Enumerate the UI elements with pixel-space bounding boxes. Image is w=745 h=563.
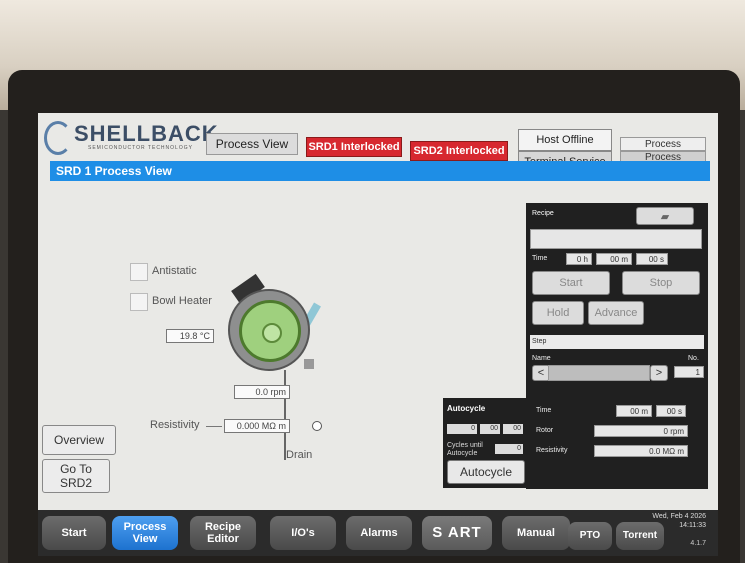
autocycle-title: Autocycle: [447, 404, 486, 413]
logo-text: SHELLBACK: [74, 121, 219, 146]
resistivity-value: 0.000: [236, 421, 260, 431]
bowl-heater-checkbox[interactable]: [130, 293, 148, 311]
autocycle-minutes-field[interactable]: 00: [480, 424, 500, 434]
goto-srd2-button[interactable]: Go To SRD2: [42, 459, 110, 493]
folder-button[interactable]: ▰: [636, 207, 694, 225]
date-text: Wed, Feb 4 2026: [652, 513, 706, 520]
step-name-label: Name: [532, 355, 551, 362]
recipe-seconds-field[interactable]: 00 s: [636, 253, 668, 265]
nav-logo-button[interactable]: S ART: [422, 516, 492, 550]
advance-button[interactable]: Advance: [588, 301, 644, 325]
spin-bowl: [228, 289, 310, 371]
rotor: [239, 300, 301, 362]
drain-valve-indicator: [312, 421, 322, 431]
version-text: 4.1.7: [690, 540, 706, 547]
shellback-logo: SHELLBACK SEMICONDUCTOR TECHNOLOGY: [44, 119, 218, 155]
resistivity-readout: 0.000 MΩ m: [224, 419, 290, 433]
rotor-hub: [262, 323, 282, 343]
nav-start[interactable]: Start: [42, 516, 106, 550]
autocycle-button[interactable]: Autocycle: [447, 460, 525, 484]
step-seconds-field: 00 s: [656, 405, 686, 417]
srd2-interlock-status[interactable]: SRD2 Interlocked: [410, 141, 508, 161]
process-indicator-a: Process: [620, 137, 706, 151]
antistatic-checkbox[interactable]: [130, 263, 148, 281]
temperature-readout: 19.8 °C: [166, 329, 214, 343]
step-resistivity-label: Resistivity: [536, 447, 568, 454]
folder-icon: ▰: [660, 210, 670, 223]
step-name-field: [548, 365, 650, 381]
clock: Wed, Feb 4 2026 14:11:33: [652, 512, 706, 530]
antistatic-label: Antistatic: [152, 265, 197, 277]
rotor-field: 0 rpm: [594, 425, 688, 437]
drain-label: Drain: [286, 449, 313, 461]
hold-button[interactable]: Hold: [532, 301, 584, 325]
logo-mark-icon: [44, 121, 72, 155]
bottom-nav: Start Process View Recipe Editor I/O's A…: [38, 510, 718, 556]
start-button[interactable]: Start: [532, 271, 610, 295]
recipe-time-label: Time: [532, 255, 548, 262]
recipe-name-field[interactable]: [530, 229, 702, 249]
srd1-interlock-status[interactable]: SRD1 Interlocked: [306, 137, 402, 157]
nav-pto[interactable]: PTO: [568, 522, 612, 550]
step-header: Step: [530, 335, 704, 349]
temperature-value: 19.8: [179, 331, 198, 341]
logo-subtext: SEMICONDUCTOR TECHNOLOGY: [88, 145, 193, 151]
nav-manual[interactable]: Manual: [502, 516, 570, 550]
step-minutes-field: 00 m: [616, 405, 652, 417]
resistivity-label: Resistivity: [150, 419, 200, 431]
resistivity-line: [206, 426, 222, 427]
nav-recipe-editor[interactable]: Recipe Editor: [190, 516, 256, 550]
chevron-left-icon: <: [537, 367, 545, 379]
bowl-heater-label: Bowl Heater: [152, 295, 212, 307]
cycles-field[interactable]: 0: [495, 444, 523, 454]
step-next-button[interactable]: >: [650, 365, 668, 381]
drain-pipe: [284, 370, 286, 460]
step-number-field: 1: [674, 366, 704, 378]
rpm-unit: rpm: [270, 387, 287, 397]
step-no-label: No.: [688, 355, 699, 362]
rpm-readout: 0.0 rpm: [234, 385, 290, 399]
temperature-unit: °C: [199, 331, 210, 341]
hmi-screen: SHELLBACK SEMICONDUCTOR TECHNOLOGY Proce…: [38, 113, 718, 556]
nav-ios[interactable]: I/O's: [270, 516, 336, 550]
step-time-label: Time: [536, 407, 552, 414]
drain-fitting: [304, 359, 314, 369]
host-status: Host Offline: [518, 129, 612, 151]
autocycle-hours-field[interactable]: 0: [447, 424, 477, 434]
time-text: 14:11:33: [679, 522, 706, 529]
tab-process-view[interactable]: Process View: [206, 133, 298, 155]
recipe-minutes-field[interactable]: 00 m: [596, 253, 632, 265]
recipe-step-panel: Recipe ▰ Time 0 h 00 m 00 s Start Stop H…: [526, 203, 708, 489]
resistivity-unit: MΩ m: [261, 421, 286, 431]
rpm-value: 0.0: [255, 387, 268, 397]
step-resistivity-field: 0.0 MΩ m: [594, 445, 688, 457]
nav-process-view[interactable]: Process View: [112, 516, 178, 550]
recipe-hours-field[interactable]: 0 h: [566, 253, 592, 265]
stop-button[interactable]: Stop: [622, 271, 700, 295]
nav-alarms[interactable]: Alarms: [346, 516, 412, 550]
page-title: SRD 1 Process View: [50, 161, 710, 181]
cycles-label: Cycles until Autocycle: [447, 442, 483, 457]
autocycle-seconds-field[interactable]: 00: [503, 424, 523, 434]
autocycle-panel: Autocycle 0 00 00 Cycles until Autocycle…: [443, 398, 527, 488]
overview-button[interactable]: Overview: [42, 425, 116, 455]
chevron-right-icon: >: [655, 367, 663, 379]
rotor-label: Rotor: [536, 427, 554, 434]
